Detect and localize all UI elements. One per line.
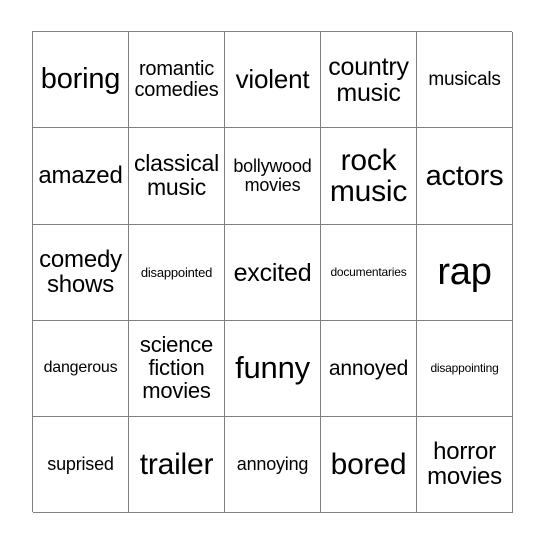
bingo-cell[interactable]: disappointed bbox=[129, 225, 225, 321]
bingo-cell-label: boring bbox=[40, 63, 121, 96]
bingo-cell[interactable]: bored bbox=[321, 417, 417, 513]
bingo-cell-label: amazed bbox=[38, 161, 123, 189]
bingo-cell[interactable]: comedy shows bbox=[33, 225, 129, 321]
bingo-cell[interactable]: rock music bbox=[321, 128, 417, 225]
bingo-cell[interactable]: violent bbox=[225, 32, 321, 128]
bingo-cell-label: classical music bbox=[133, 150, 220, 200]
bingo-cell-label: violent bbox=[235, 63, 310, 94]
bingo-cell-label: documentaries bbox=[330, 265, 407, 280]
bingo-cell[interactable]: disappointing bbox=[417, 321, 513, 417]
bingo-cell[interactable]: rap bbox=[417, 225, 513, 321]
bingo-cell-label: rock music bbox=[329, 143, 408, 208]
bingo-cell[interactable]: boring bbox=[33, 32, 129, 128]
bingo-cell-label: actors bbox=[425, 159, 504, 192]
bingo-cell-label: romantic comedies bbox=[134, 57, 219, 101]
bingo-cell-label: horror movies bbox=[427, 437, 502, 490]
bingo-cell-label: rap bbox=[437, 250, 492, 293]
bingo-cell-label: science fiction movies bbox=[139, 332, 214, 403]
bingo-cell[interactable]: actors bbox=[417, 128, 513, 225]
bingo-cell-label: annoyed bbox=[328, 356, 409, 380]
bingo-cell-label: suprised bbox=[47, 454, 114, 475]
bingo-cell[interactable]: bollywood movies bbox=[225, 128, 321, 225]
bingo-cell-label: country music bbox=[328, 52, 409, 107]
bingo-cell[interactable]: country music bbox=[321, 32, 417, 128]
bingo-cell[interactable]: annoyed bbox=[321, 321, 417, 417]
bingo-cell[interactable]: romantic comedies bbox=[129, 32, 225, 128]
bingo-cell-label: trailer bbox=[139, 447, 214, 481]
bingo-cell[interactable]: documentaries bbox=[321, 225, 417, 321]
bingo-cell-label: comedy shows bbox=[39, 245, 122, 298]
bingo-cell[interactable]: dangerous bbox=[33, 321, 129, 417]
bingo-cell-label: excited bbox=[233, 258, 312, 287]
bingo-cell-label: bollywood movies bbox=[233, 156, 312, 195]
bingo-cell-label: musicals bbox=[428, 68, 501, 90]
bingo-cell-label: disappointed bbox=[140, 264, 213, 280]
bingo-cell[interactable]: classical music bbox=[129, 128, 225, 225]
bingo-cell[interactable]: amazed bbox=[33, 128, 129, 225]
bingo-cell[interactable]: science fiction movies bbox=[129, 321, 225, 417]
bingo-cell-label: dangerous bbox=[43, 359, 118, 377]
bingo-cell-label: bored bbox=[330, 447, 407, 481]
bingo-cell[interactable]: excited bbox=[225, 225, 321, 321]
bingo-cell[interactable]: horror movies bbox=[417, 417, 513, 513]
bingo-cell[interactable]: trailer bbox=[129, 417, 225, 513]
bingo-cell-label: funny bbox=[235, 350, 310, 386]
bingo-cell[interactable]: funny bbox=[225, 321, 321, 417]
bingo-cell[interactable]: suprised bbox=[33, 417, 129, 513]
bingo-card-grid: boring romantic comedies violent country mu… bbox=[32, 31, 513, 513]
bingo-cell-label: disappointing bbox=[430, 361, 499, 376]
bingo-cell[interactable]: musicals bbox=[417, 32, 513, 128]
bingo-cell-label: annoying bbox=[236, 454, 309, 475]
bingo-cell[interactable]: annoying bbox=[225, 417, 321, 513]
